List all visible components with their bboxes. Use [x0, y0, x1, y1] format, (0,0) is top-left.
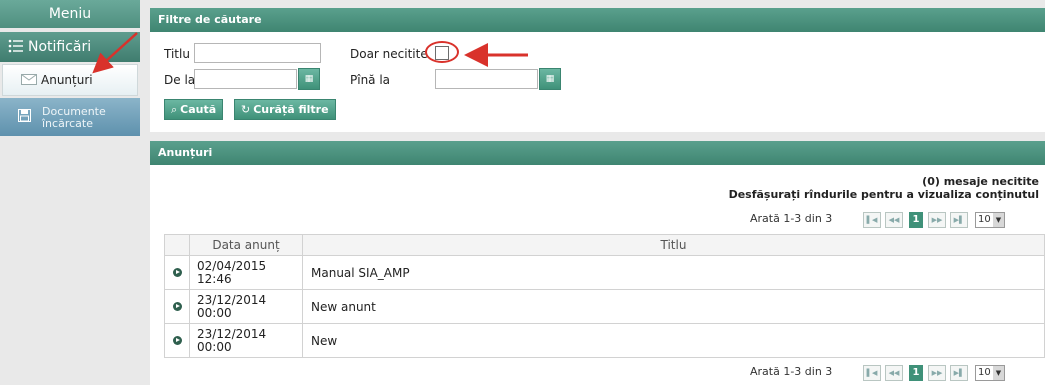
row-time: 00:00	[197, 305, 232, 320]
highlight-circle	[425, 41, 459, 63]
next-page-icon[interactable]: ▶▶	[928, 212, 946, 228]
next-page-icon[interactable]: ▶▶	[928, 365, 946, 381]
sidebar-item-documente[interactable]: Documente încărcate	[0, 98, 140, 136]
pager-bottom: Arată 1-3 din 3 ▌◀ ◀◀ 1 ▶▶ ▶▌ 10 ▼	[150, 365, 1045, 383]
row-date: 23/12/2014	[197, 292, 267, 307]
row-date: 02/04/2015	[197, 258, 267, 273]
search-button-label: Caută	[180, 103, 217, 116]
page-size-select[interactable]: 10 ▼	[975, 365, 1005, 381]
sidebar-notifications-label: Notificări	[28, 39, 92, 55]
dela-calendar-button[interactable]: ▦	[298, 68, 320, 90]
row-time: 00:00	[197, 339, 232, 354]
search-icon: ⌕	[171, 103, 178, 116]
calendar-icon: ▦	[304, 74, 314, 84]
pina-input[interactable]	[435, 69, 538, 89]
dela-input[interactable]	[194, 69, 297, 89]
table-row[interactable]: 23/12/2014 00:00 New anunt	[164, 289, 1045, 324]
first-page-icon[interactable]: ▌◀	[863, 212, 881, 228]
titlu-input[interactable]	[194, 43, 321, 63]
pager-top: Arată 1-3 din 3 ▌◀ ◀◀ 1 ▶▶ ▶▌ 10 ▼	[150, 212, 1045, 230]
page-size-select[interactable]: 10 ▼	[975, 212, 1005, 228]
prev-page-icon[interactable]: ◀◀	[885, 365, 903, 381]
expand-column-header	[164, 234, 190, 256]
announcements-panel: Anunțuri (0) mesaje necitite Desfășurați…	[150, 141, 1045, 385]
sidebar-item-label: Anunțuri	[41, 73, 93, 87]
row-title: Manual SIA_AMP	[302, 255, 1045, 290]
last-page-icon[interactable]: ▶▌	[950, 212, 968, 228]
filters-header: Filtre de căutare	[150, 8, 1045, 32]
row-title: New anunt	[302, 289, 1045, 324]
sidebar-item-anunturi[interactable]: Anunțuri	[2, 64, 138, 96]
dela-label: De la	[164, 73, 196, 87]
expand-hint: Desfășurați rîndurile pentru a vizualiza…	[728, 188, 1039, 201]
last-page-icon[interactable]: ▶▌	[950, 365, 968, 381]
filters-panel: Filtre de căutare Titlu De la ▦ Doar nec…	[150, 8, 1045, 132]
unread-count: (0) mesaje necitite	[922, 175, 1039, 188]
page-size-value: 10	[978, 214, 991, 225]
sidebar: Meniu Notificări Anunțuri Documente încă…	[0, 0, 140, 385]
expand-row-icon[interactable]	[172, 267, 182, 277]
table-header-row: Data anunț Titlu	[164, 234, 1045, 256]
expand-row-icon[interactable]	[172, 335, 182, 345]
first-page-icon[interactable]: ▌◀	[863, 365, 881, 381]
refresh-icon: ↻	[241, 103, 251, 116]
chevron-down-icon: ▼	[993, 213, 1004, 227]
pina-label: Pînă la	[350, 73, 391, 87]
expand-row-icon[interactable]	[172, 301, 182, 311]
titlu-label: Titlu	[164, 47, 190, 61]
row-title: New	[302, 323, 1045, 358]
announcements-header: Anunțuri	[150, 141, 1045, 165]
pager-text: Arată 1-3 din 3	[750, 365, 833, 378]
table-row[interactable]: 02/04/2015 12:46 Manual SIA_AMP	[164, 255, 1045, 290]
current-page[interactable]: 1	[909, 212, 923, 228]
search-button[interactable]: ⌕ Caută	[164, 99, 224, 120]
clear-filters-label: Curăță filtre	[253, 103, 329, 116]
table-row[interactable]: 23/12/2014 00:00 New	[164, 323, 1045, 358]
page-size-value: 10	[978, 367, 991, 378]
prev-page-icon[interactable]: ◀◀	[885, 212, 903, 228]
pina-calendar-button[interactable]: ▦	[539, 68, 561, 90]
calendar-icon: ▦	[545, 74, 555, 84]
row-date: 23/12/2014	[197, 326, 267, 341]
sidebar-title: Meniu	[0, 0, 140, 28]
sidebar-notifications[interactable]: Notificări	[0, 32, 140, 62]
announcements-table: Data anunț Titlu 02/04/2015 12:46 Manual …	[164, 234, 1045, 358]
pager-text: Arată 1-3 din 3	[750, 212, 833, 225]
current-page[interactable]: 1	[909, 365, 923, 381]
chevron-down-icon: ▼	[993, 366, 1004, 380]
document-icon	[18, 109, 31, 122]
clear-filters-button[interactable]: ↻ Curăță filtre	[234, 99, 336, 120]
doar-necitite-label: Doar necitite	[350, 47, 428, 61]
date-column-header[interactable]: Data anunț	[189, 234, 303, 256]
list-icon	[8, 39, 23, 53]
title-column-header[interactable]: Titlu	[302, 234, 1045, 256]
row-time: 12:46	[197, 271, 232, 286]
envelope-icon	[21, 74, 37, 85]
sidebar-item-label-line2: încărcate	[42, 117, 93, 130]
